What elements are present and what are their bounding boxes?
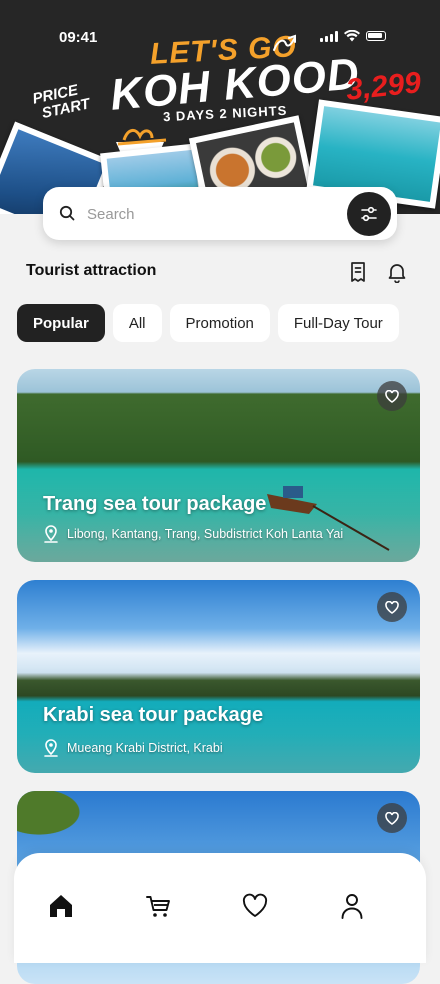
bell-icon[interactable]	[386, 261, 408, 283]
card-title: Krabi sea tour package	[43, 704, 264, 726]
signal-icon	[320, 30, 338, 42]
card-location-text: Libong, Kantang, Trang, Subdistrict Koh …	[67, 527, 344, 541]
receipt-icon[interactable]	[348, 261, 368, 283]
filter-button[interactable]	[347, 192, 391, 236]
nav-cart[interactable]	[143, 891, 173, 921]
tour-card-trang[interactable]: Trang sea tour package Libong, Kantang, …	[17, 369, 420, 562]
status-time: 09:41	[59, 29, 98, 46]
wifi-icon	[344, 30, 360, 42]
card-title: Trang sea tour package	[43, 493, 267, 515]
card-location: Libong, Kantang, Trang, Subdistrict Koh …	[43, 525, 343, 543]
nav-home[interactable]	[46, 891, 76, 921]
heart-icon	[385, 600, 399, 614]
search-input[interactable]	[85, 197, 379, 231]
promo-banner[interactable]: 09:41 LET'S GO KOH KOOD 3 DAYS 2 NIGHTS …	[0, 0, 440, 214]
tab-all[interactable]: All	[112, 304, 162, 342]
map-pin-icon	[44, 525, 58, 543]
tour-card-krabi[interactable]: Krabi sea tour package Mueang Krabi Dist…	[17, 580, 420, 773]
favorite-button[interactable]	[377, 381, 407, 411]
heart-icon	[385, 811, 399, 825]
tab-popular[interactable]: Popular	[17, 304, 105, 342]
cart-icon	[146, 896, 170, 917]
category-tabs: Popular All Promotion Full-Day Tour	[17, 304, 399, 342]
favorite-button[interactable]	[377, 803, 407, 833]
card-location-text: Mueang Krabi District, Krabi	[67, 741, 223, 755]
section-title: Tourist attraction	[26, 262, 157, 279]
tree-foliage-image	[17, 791, 127, 861]
tab-promotion[interactable]: Promotion	[169, 304, 270, 342]
nav-profile[interactable]	[337, 891, 367, 921]
arrow-doodle-icon	[273, 34, 296, 51]
banner-price: 3,299	[344, 66, 423, 107]
battery-icon	[366, 31, 386, 41]
sliders-icon	[361, 206, 377, 222]
heart-icon	[242, 893, 268, 917]
user-icon	[341, 894, 363, 919]
favorite-button[interactable]	[377, 592, 407, 622]
bottom-navigation	[14, 853, 426, 963]
nav-favorites[interactable]	[240, 891, 270, 921]
map-pin-icon	[44, 739, 58, 757]
tab-full-day-tour[interactable]: Full-Day Tour	[277, 304, 399, 342]
price-start-label: PRICE START	[31, 81, 91, 124]
heart-icon	[385, 389, 399, 403]
search-bar	[43, 187, 397, 240]
search-icon	[59, 205, 75, 221]
home-icon	[50, 895, 72, 917]
card-location: Mueang Krabi District, Krabi	[43, 739, 223, 757]
status-icons	[320, 30, 386, 42]
